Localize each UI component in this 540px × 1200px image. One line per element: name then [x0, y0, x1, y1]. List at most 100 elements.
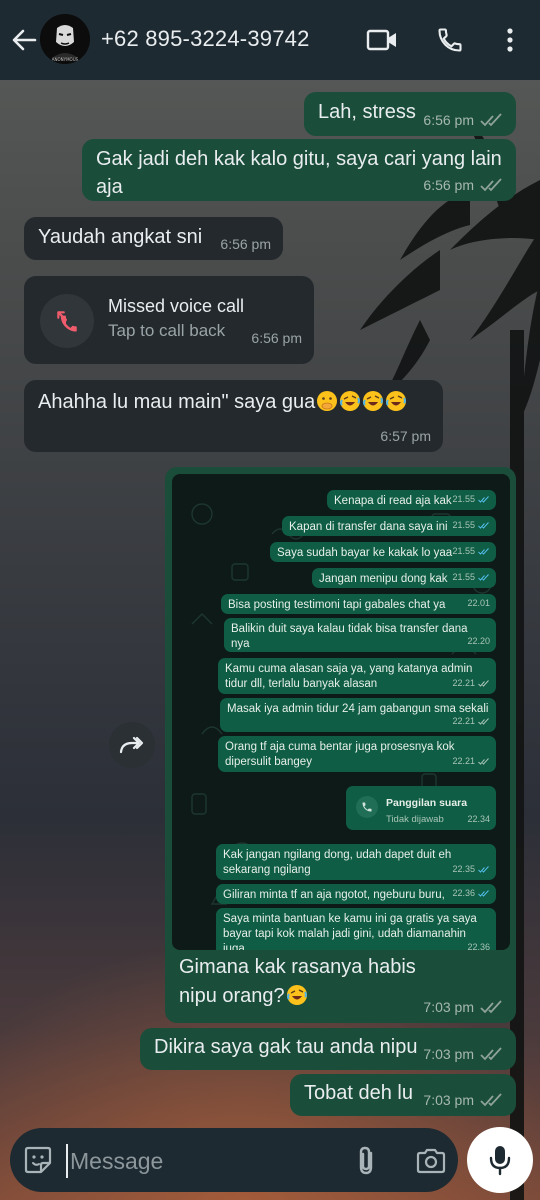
embedded-message-time: 22.01: [467, 598, 490, 608]
double-check-icon: [478, 757, 489, 765]
attach-button[interactable]: [350, 1144, 382, 1178]
embedded-message: Kenapa di read aja kak 21.55: [327, 490, 496, 510]
incoming-message[interactable]: Ahahha lu mau main" saya gua 6:57 pm: [24, 380, 443, 452]
embedded-message-time: 21.55: [452, 572, 475, 582]
message-meta: 7:03 pm: [423, 1046, 504, 1062]
incoming-message[interactable]: Yaudah angkat sni 6:56 pm: [24, 217, 283, 260]
camera-button[interactable]: [414, 1144, 448, 1178]
missed-call-card[interactable]: Missed voice call Tap to call back 6:56 …: [24, 276, 314, 364]
embedded-screenshot[interactable]: Kenapa di read aja kak 21.55 Kapan di tr…: [172, 474, 510, 950]
embedded-message-time: 22.20: [467, 636, 490, 646]
embedded-message: Kak jangan ngilang dong, udah dapet duit…: [216, 844, 496, 880]
back-button[interactable]: [8, 22, 40, 58]
message-time: 6:56 pm: [220, 236, 271, 252]
embedded-message-text: Balikin duit saya kalau tidak bisa trans…: [231, 623, 468, 650]
anonymous-mask-icon: ANONYMOUS: [40, 14, 90, 64]
avatar-text: ANONYMOUS: [52, 57, 79, 62]
double-check-icon: [478, 889, 489, 897]
embedded-call-subtitle: Tidak dijawab: [386, 814, 444, 825]
message-text-row: Ahahha lu mau main" saya gua: [38, 388, 429, 416]
embedded-message-text: Masak iya admin tidur 24 jam gabangun sm…: [227, 703, 489, 715]
embedded-message-text: Kapan di transfer dana saya ini: [289, 521, 448, 533]
message-text: Ahahha lu mau main" saya gua: [38, 391, 316, 413]
rolling-on-floor-laughing-emoji: [363, 391, 384, 411]
rolling-on-floor-laughing-emoji: [286, 985, 307, 1005]
embedded-message-meta: 21.55: [452, 492, 490, 507]
missed-call-icon-wrap: [40, 294, 94, 348]
image-caption-row: Gimana kak rasanya habis nipu orang?: [179, 953, 429, 1011]
message-meta: 7:03 pm: [423, 1092, 504, 1108]
embedded-message: Kamu cuma alasan saja ya, yang katanya a…: [218, 658, 496, 694]
embedded-message-text: Bisa posting testimoni tapi gabales chat…: [228, 599, 446, 611]
chat-header: ANONYMOUS +62 895-3224-39742: [0, 0, 540, 80]
missed-call-icon: [57, 311, 77, 332]
embedded-message-text: Orang tf aja cuma bentar juga prosesnya …: [225, 741, 455, 768]
embedded-call-time: 22.34: [467, 814, 490, 824]
outgoing-message[interactable]: Gak jadi deh kak kalo gitu, saya cari ya…: [82, 139, 516, 201]
message-time: 7:03 pm: [423, 999, 474, 1015]
message-input[interactable]: [66, 1144, 336, 1178]
camera-icon: [416, 1148, 446, 1174]
embedded-message-time: 21.55: [452, 520, 475, 530]
rolling-on-floor-laughing-emoji: [386, 391, 407, 411]
message-meta: 6:56 pm: [423, 112, 504, 128]
contact-avatar[interactable]: ANONYMOUS: [40, 14, 90, 64]
embedded-message-meta: 21.55: [452, 570, 490, 585]
outgoing-message[interactable]: Lah, stress 6:56 pm: [304, 92, 516, 136]
more-vertical-icon: [507, 28, 513, 52]
embedded-message-meta: 22.21: [452, 714, 490, 729]
voice-call-button[interactable]: [430, 20, 470, 60]
menu-button[interactable]: [496, 22, 524, 58]
embedded-message-meta: 22.21: [452, 676, 490, 691]
embedded-message-text: Giliran minta tf an aja ngotot, ngeburu …: [223, 889, 445, 901]
double-check-icon: [478, 679, 489, 687]
arrow-left-icon: [12, 29, 37, 51]
phone-icon: [438, 28, 462, 52]
embedded-message-time: 22.21: [452, 678, 475, 688]
forward-button[interactable]: [109, 722, 155, 768]
embedded-message: Balikin duit saya kalau tidak bisa trans…: [224, 618, 496, 652]
embedded-call-card: Panggilan suara Tidak dijawab 22.34: [346, 786, 496, 830]
paperclip-icon: [359, 1146, 373, 1175]
double-check-icon: [478, 547, 489, 555]
double-check-icon: [480, 1047, 502, 1061]
rolling-on-floor-laughing-emoji: [340, 391, 361, 411]
double-check-icon: [480, 1000, 502, 1014]
embedded-message-meta: 22.20: [467, 634, 490, 649]
embedded-message-time: 22.36: [452, 888, 475, 898]
message-meta: 6:57 pm: [380, 428, 431, 444]
face-with-hand-over-mouth-emoji: [317, 391, 338, 411]
double-check-icon: [478, 865, 489, 873]
double-check-icon: [478, 495, 489, 503]
embedded-message: Giliran minta tf an aja ngotot, ngeburu …: [216, 884, 496, 904]
embedded-message-text: Kenapa di read aja kak: [334, 495, 452, 507]
message-time: 6:57 pm: [380, 428, 431, 444]
embedded-message: Saya minta bantuan ke kamu ini ga gratis…: [216, 908, 496, 950]
embedded-message-text: Kamu cuma alasan saja ya, yang katanya a…: [225, 663, 473, 690]
double-check-icon: [478, 717, 489, 725]
outgoing-message[interactable]: Dikira saya gak tau anda nipu 7:03 pm: [140, 1028, 516, 1070]
embedded-message-meta: 22.36: [467, 940, 490, 950]
voice-message-button[interactable]: [467, 1127, 533, 1193]
video-call-button[interactable]: [362, 22, 402, 58]
missed-call-subtitle[interactable]: Tap to call back: [108, 321, 225, 341]
embedded-message: Saya sudah bayar ke kakak lo yaa 21.55: [270, 542, 496, 562]
outgoing-message[interactable]: Tobat deh lu 7:03 pm: [290, 1074, 516, 1116]
video-camera-icon: [366, 29, 396, 51]
phone-icon: [362, 802, 372, 812]
message-time: 7:03 pm: [423, 1046, 474, 1062]
embedded-message: Bisa posting testimoni tapi gabales chat…: [221, 594, 496, 614]
embedded-message-time: 22.21: [452, 716, 475, 726]
message-meta: 6:56 pm: [220, 236, 271, 252]
embedded-message-time: 21.55: [452, 546, 475, 556]
embedded-message-meta: 22.36: [452, 886, 490, 901]
embedded-message-meta: 21.55: [452, 544, 490, 559]
embedded-message-text: Kak jangan ngilang dong, udah dapet duit…: [223, 849, 452, 876]
contact-name[interactable]: +62 895-3224-39742: [101, 26, 310, 52]
double-check-icon: [480, 178, 502, 192]
message-meta: 7:03 pm: [423, 999, 504, 1015]
embedded-message-meta: 22.35: [452, 862, 490, 877]
microphone-icon: [489, 1146, 511, 1176]
sticker-icon: [24, 1146, 52, 1174]
sticker-button[interactable]: [22, 1144, 54, 1176]
